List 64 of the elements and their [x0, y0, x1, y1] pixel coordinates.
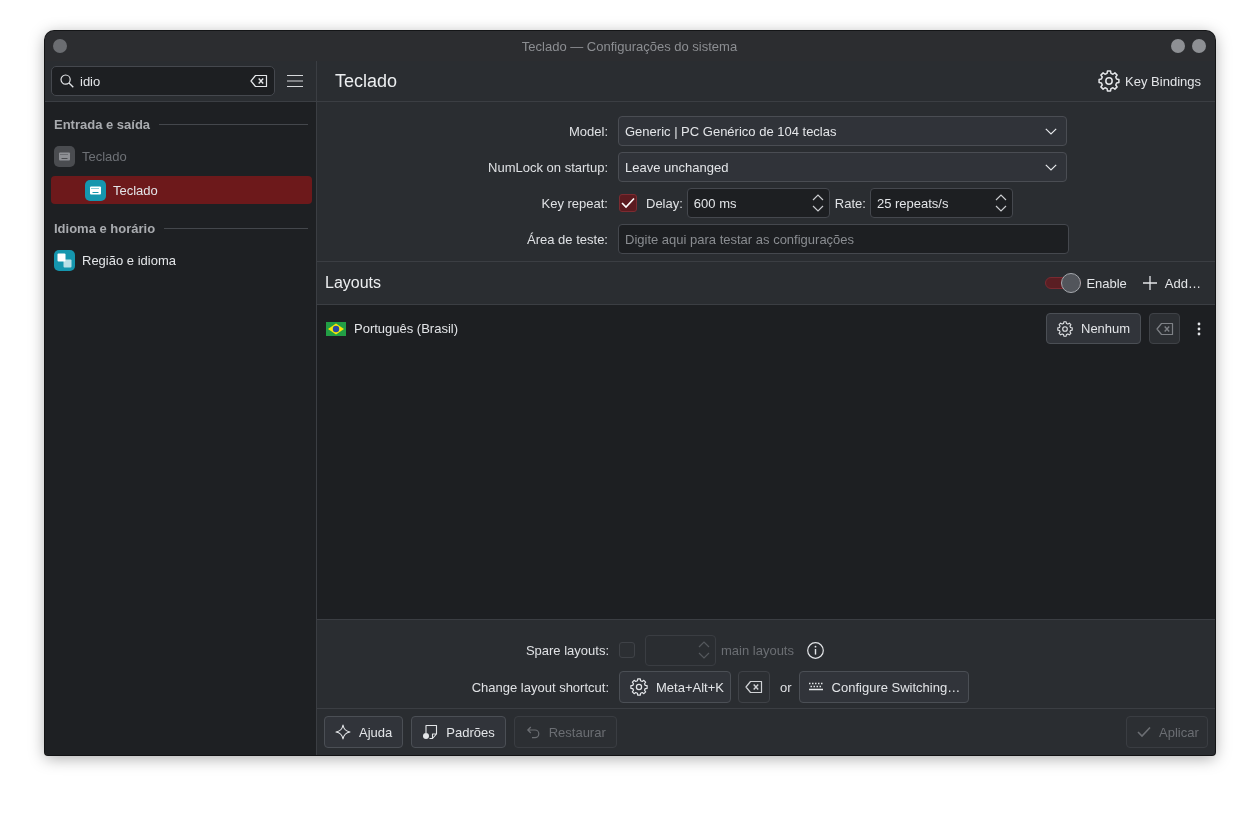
- keyboard-icon: [807, 682, 824, 692]
- check-icon: [1137, 726, 1151, 738]
- add-button[interactable]: Add…: [1142, 275, 1201, 291]
- section-heading: Entrada e saída: [54, 116, 151, 132]
- field-label: main layouts: [721, 642, 794, 658]
- clear-icon: [745, 680, 763, 694]
- key-bindings-button[interactable]: Key Bindings: [1098, 70, 1201, 92]
- field-label: Rate:: [834, 195, 866, 211]
- remove-button[interactable]: [1149, 313, 1180, 344]
- toggle-label: Enable: [1086, 275, 1127, 291]
- variant-button[interactable]: Nenhum: [1046, 313, 1141, 344]
- checkbox[interactable]: [619, 194, 637, 212]
- field-label: Delay:: [646, 195, 683, 211]
- window-control-button[interactable]: [1171, 39, 1185, 53]
- clear-icon: [250, 74, 268, 88]
- spin-arrows-icon: [994, 194, 1007, 212]
- check-icon: [621, 197, 635, 209]
- field-label: Key repeat:: [541, 195, 608, 211]
- spin-arrows-icon: [698, 641, 710, 659]
- sparkle-icon: [335, 724, 351, 740]
- keyboard-icon: [85, 179, 106, 201]
- model-dropdown[interactable]: Generic | PC Genérico de 104 teclas: [618, 116, 1067, 146]
- chevron-down-icon: [1045, 127, 1057, 135]
- chevron-down-icon: [1045, 163, 1057, 171]
- info-icon[interactable]: [807, 641, 824, 659]
- spin-arrows-icon: [811, 194, 824, 212]
- configure-switching-button[interactable]: Configure Switching…: [798, 671, 970, 703]
- search-field[interactable]: idio: [51, 66, 275, 96]
- search-icon: [60, 74, 74, 88]
- more-options-icon[interactable]: [1197, 321, 1201, 336]
- sidebar-item[interactable]: Região e idioma: [51, 246, 312, 274]
- rate-spinbox[interactable]: 25 repeats/s: [869, 188, 1013, 218]
- translate-icon: [54, 249, 75, 271]
- gear-icon: [1098, 70, 1121, 92]
- test-input-field[interactable]: Digite aqui para testar as configurações: [618, 224, 1069, 254]
- gear-icon: [630, 678, 648, 696]
- field-label: NumLock on startup:: [488, 159, 608, 175]
- plus-icon: [1142, 276, 1157, 290]
- field-label: Área de teste:: [527, 231, 608, 247]
- keyboard-icon: [54, 145, 75, 167]
- menu-icon[interactable]: [287, 74, 303, 88]
- page-title: Teclado: [335, 70, 398, 92]
- undo-icon: [524, 724, 541, 740]
- window-control-button[interactable]: [53, 39, 67, 53]
- delay-spinbox[interactable]: 600 ms: [686, 188, 830, 218]
- or-label: or: [780, 679, 792, 695]
- field-label: Change layout shortcut:: [471, 679, 609, 695]
- clear-icon: [1155, 321, 1174, 336]
- window-title: Teclado — Configurações do sistema: [521, 38, 738, 54]
- window-control-button[interactable]: [1192, 39, 1206, 53]
- document-icon: [422, 724, 439, 740]
- gear-icon: [1057, 320, 1073, 337]
- footer-button[interactable]: Padrões: [411, 716, 506, 748]
- field-label: Spare layouts:: [525, 642, 609, 658]
- section-heading: Idioma e horário: [54, 220, 156, 236]
- toggle-switch[interactable]: [1045, 273, 1082, 293]
- numlock-dropdown[interactable]: Leave unchanged: [618, 152, 1067, 182]
- flag-icon: [326, 321, 346, 336]
- shortcut-button[interactable]: Meta+Alt+K: [619, 671, 731, 703]
- footer-button[interactable]: Ajuda: [324, 716, 404, 748]
- section-title: Layouts: [325, 274, 382, 292]
- layout-name: Português (Brasil): [354, 321, 459, 336]
- clear-shortcut-button[interactable]: [738, 671, 770, 703]
- field-label: Model:: [568, 123, 608, 139]
